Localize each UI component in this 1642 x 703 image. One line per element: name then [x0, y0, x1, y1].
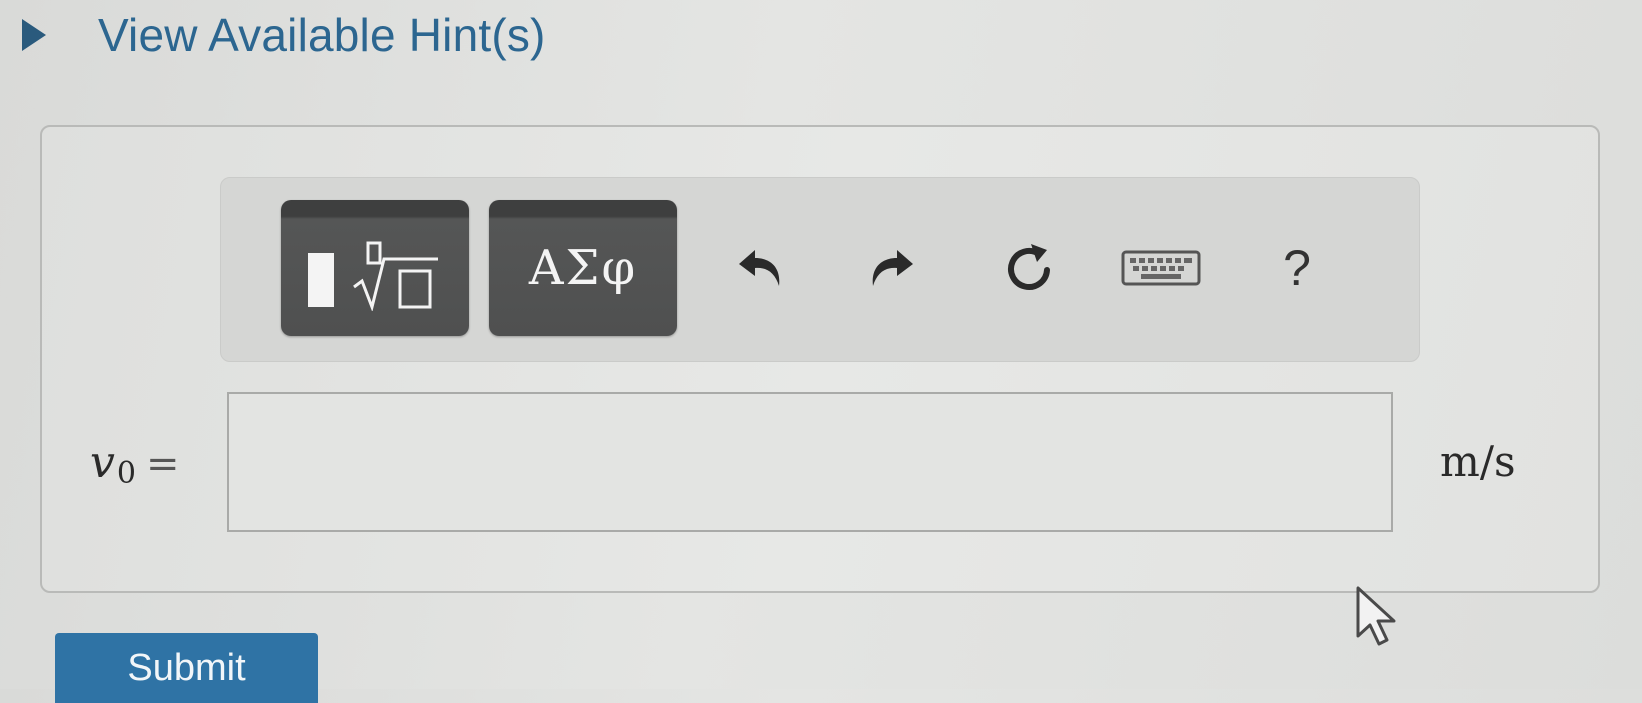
symbols-button[interactable]: ΑΣφ [489, 200, 677, 336]
templates-radical-icon [300, 223, 450, 313]
redo-button[interactable] [863, 240, 919, 296]
reset-button[interactable] [1001, 240, 1057, 296]
reset-icon [1008, 244, 1050, 290]
view-hints-label: View Available Hint(s) [98, 9, 546, 61]
keyboard-icon [1121, 250, 1201, 286]
keyboard-button[interactable] [1121, 240, 1201, 296]
variable-symbol: v [90, 437, 115, 488]
undo-button[interactable] [733, 240, 789, 296]
equals-sign: = [145, 441, 180, 487]
answer-panel: ΑΣφ ? v0 = m/s [40, 125, 1600, 593]
triangle-right-icon [22, 19, 46, 51]
mouse-pointer-icon [1356, 586, 1396, 646]
view-hints-toggle[interactable]: View Available Hint(s) [22, 8, 546, 62]
variable-label: v0 = [90, 437, 179, 491]
submit-button[interactable]: Submit [55, 633, 318, 703]
templates-button[interactable] [281, 200, 469, 336]
unit-label: m/s [1440, 437, 1516, 486]
symbols-label: ΑΣφ [528, 240, 638, 296]
answer-input[interactable] [227, 392, 1393, 532]
redo-icon [872, 250, 913, 286]
math-toolbar: ΑΣφ ? [220, 177, 1420, 362]
help-button[interactable]: ? [1269, 240, 1325, 296]
variable-subscript: 0 [116, 456, 136, 491]
undo-icon [739, 250, 780, 286]
